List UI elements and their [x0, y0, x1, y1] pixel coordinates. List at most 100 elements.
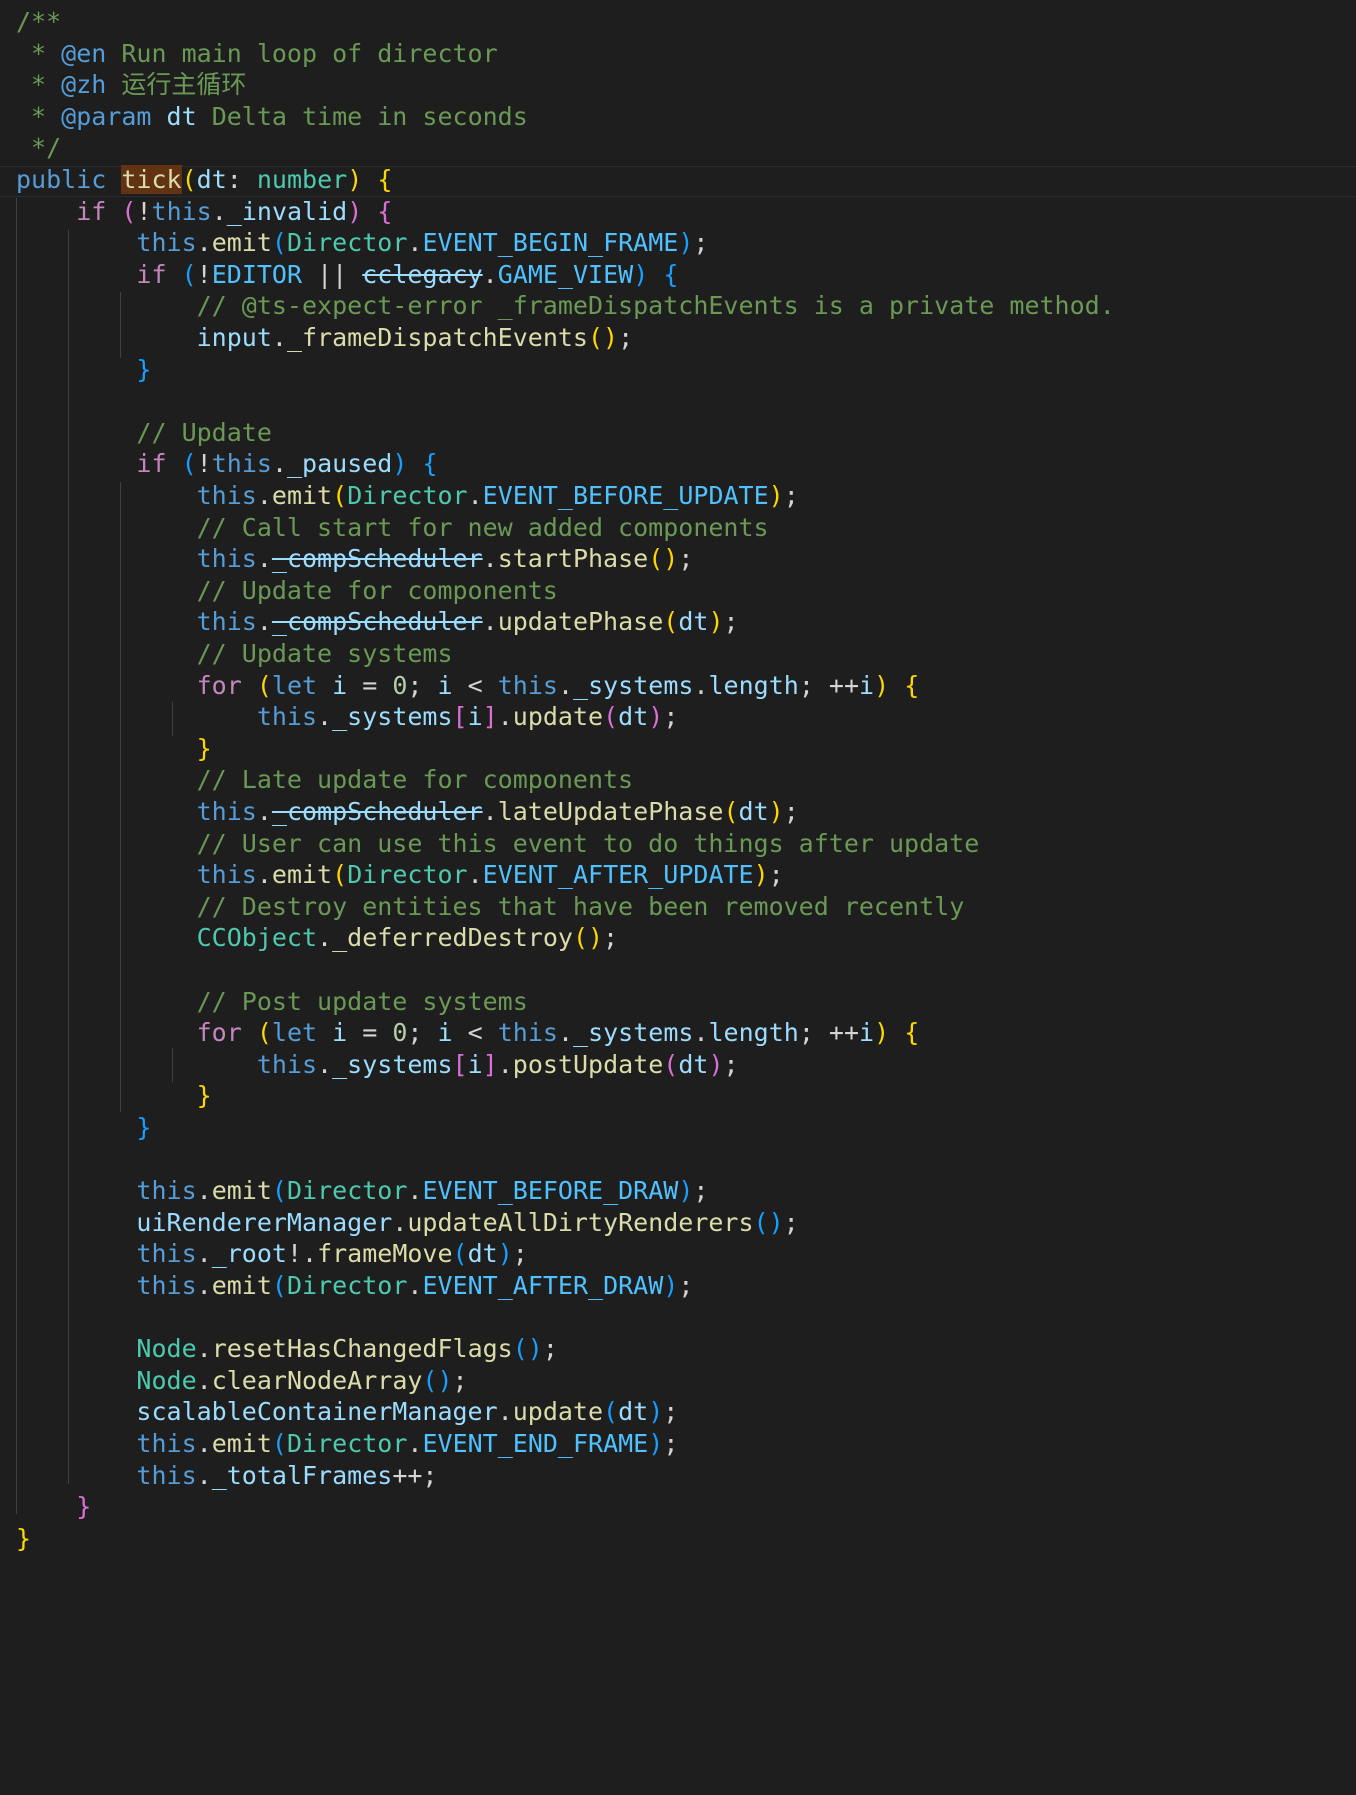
code-line[interactable]: if (!this._invalid) { [16, 194, 392, 230]
code-token: this [196, 797, 257, 826]
code-token: ; [663, 1397, 679, 1427]
code-token: . [467, 860, 483, 890]
code-line[interactable]: } [16, 1110, 151, 1146]
code-line[interactable]: scalableContainerManager.update(dt); [16, 1394, 678, 1430]
code-token: () [512, 1334, 543, 1364]
code-token: ( [452, 1239, 468, 1269]
code-line[interactable]: } [16, 1078, 212, 1114]
code-line[interactable]: Node.resetHasChangedFlags(); [16, 1331, 557, 1367]
code-line[interactable]: // Update systems [16, 636, 453, 672]
code-token: ; [723, 1049, 739, 1079]
code-line[interactable]: this._systems[i].postUpdate(dt); [16, 1047, 739, 1083]
code-token: . [407, 1429, 423, 1458]
code-token: EVENT_BEFORE_DRAW [422, 1176, 679, 1206]
code-line[interactable]: */ [16, 130, 61, 166]
code-token: . [482, 607, 498, 637]
code-token: . [407, 1271, 423, 1300]
code-line[interactable]: this.emit(Director.EVENT_BEFORE_UPDATE); [16, 478, 799, 514]
code-line[interactable]: * @param dt Delta time in seconds [16, 99, 528, 135]
code-line[interactable]: input._frameDispatchEvents(); [16, 320, 634, 356]
code-token: . [256, 607, 272, 637]
code-token: . [392, 1207, 408, 1237]
code-line[interactable]: // Update for components [16, 573, 558, 609]
code-token: ( [271, 1429, 287, 1458]
code-line[interactable]: public tick(dt: number) { [16, 162, 392, 198]
code-token: Director [286, 1271, 408, 1300]
code-line[interactable]: this._totalFrames++; [16, 1458, 437, 1494]
code-line[interactable]: if (!EDITOR || cclegacy.GAME_VIEW) { [16, 257, 678, 293]
code-line[interactable]: // @ts-expect-error _frameDispatchEvents… [16, 288, 1115, 324]
code-line[interactable]: * @en Run main loop of director [16, 36, 498, 72]
code-editor[interactable]: /** * @en Run main loop of director * @z… [0, 0, 1356, 1795]
code-line[interactable]: for (let i = 0; i < this._systems.length… [16, 1015, 920, 1051]
code-line[interactable]: CCObject._deferredDestroy(); [16, 920, 618, 956]
code-token: ) [768, 797, 784, 826]
code-token: { [422, 449, 438, 479]
code-line[interactable]: // Destroy entities that have been remov… [16, 889, 965, 925]
code-line[interactable]: } [16, 1489, 91, 1525]
code-line[interactable]: // Late update for components [16, 762, 634, 798]
code-token: . [256, 481, 272, 510]
code-token: . [497, 1049, 513, 1079]
code-line[interactable]: // Update [16, 415, 271, 451]
code-line[interactable]: } [16, 1521, 31, 1557]
code-token: ; ++ [798, 670, 860, 700]
code-line[interactable]: this._compScheduler.lateUpdatePhase(dt); [16, 794, 799, 830]
code-line[interactable]: this._root!.frameMove(dt); [16, 1236, 527, 1272]
code-line[interactable]: // User can use this event to do things … [16, 826, 980, 862]
code-token: ! [196, 259, 212, 289]
code-line[interactable]: // Post update systems [16, 984, 528, 1020]
code-line[interactable]: Node.clearNodeArray(); [16, 1363, 467, 1399]
code-token: . [557, 1018, 574, 1048]
code-line[interactable]: this._systems[i].update(dt); [16, 699, 679, 735]
code-line[interactable]: this.emit(Director.EVENT_BEFORE_DRAW); [16, 1173, 708, 1209]
code-line[interactable]: this.emit(Director.EVENT_END_FRAME); [16, 1426, 678, 1462]
code-token: ( [181, 449, 197, 479]
code-line[interactable]: * @zh 运行主循环 [16, 67, 246, 103]
code-line[interactable]: this.emit(Director.EVENT_AFTER_DRAW); [16, 1268, 693, 1304]
code-token: < [452, 670, 498, 700]
code-token: postUpdate [512, 1049, 664, 1079]
code-token: Delta time in seconds [196, 101, 528, 131]
code-line[interactable]: } [16, 731, 212, 767]
code-token: . [211, 196, 227, 226]
code-token: . [557, 670, 574, 700]
code-token: GAME_VIEW [497, 259, 634, 289]
code-token: Director [286, 228, 408, 258]
code-token: Node [136, 1365, 197, 1395]
code-line[interactable]: this._compScheduler.startPhase(); [16, 541, 694, 577]
code-token: i [332, 670, 348, 700]
code-token: . [196, 1365, 212, 1395]
code-line[interactable]: // Call start for new added components [16, 510, 769, 546]
code-token: . [271, 449, 287, 479]
code-token: . [317, 923, 333, 953]
code-token: _frameDispatchEvents [286, 323, 588, 352]
code-token: // Late update for components [196, 765, 634, 795]
code-token: ; [663, 702, 679, 732]
code-line[interactable]: } [16, 352, 151, 388]
code-line[interactable]: this._compScheduler.updatePhase(dt); [16, 604, 739, 640]
code-token: ; [603, 923, 619, 953]
code-line[interactable]: this.emit(Director.EVENT_AFTER_UPDATE); [16, 857, 784, 893]
code-token: ) [708, 1049, 724, 1079]
code-token: . [482, 544, 498, 574]
code-line[interactable]: uiRendererManager.updateAllDirtyRenderer… [16, 1205, 798, 1241]
code-token: this [196, 860, 257, 890]
code-line[interactable]: this.emit(Director.EVENT_BEGIN_FRAME); [16, 225, 708, 261]
code-line[interactable]: if (!this._paused) { [16, 446, 438, 482]
code-line[interactable]: /** [16, 4, 61, 40]
code-line[interactable]: for (let i = 0; i < this._systems.length… [16, 668, 920, 704]
code-token: /** [16, 7, 62, 36]
code-token: EVENT_BEFORE_UPDATE [482, 481, 769, 510]
